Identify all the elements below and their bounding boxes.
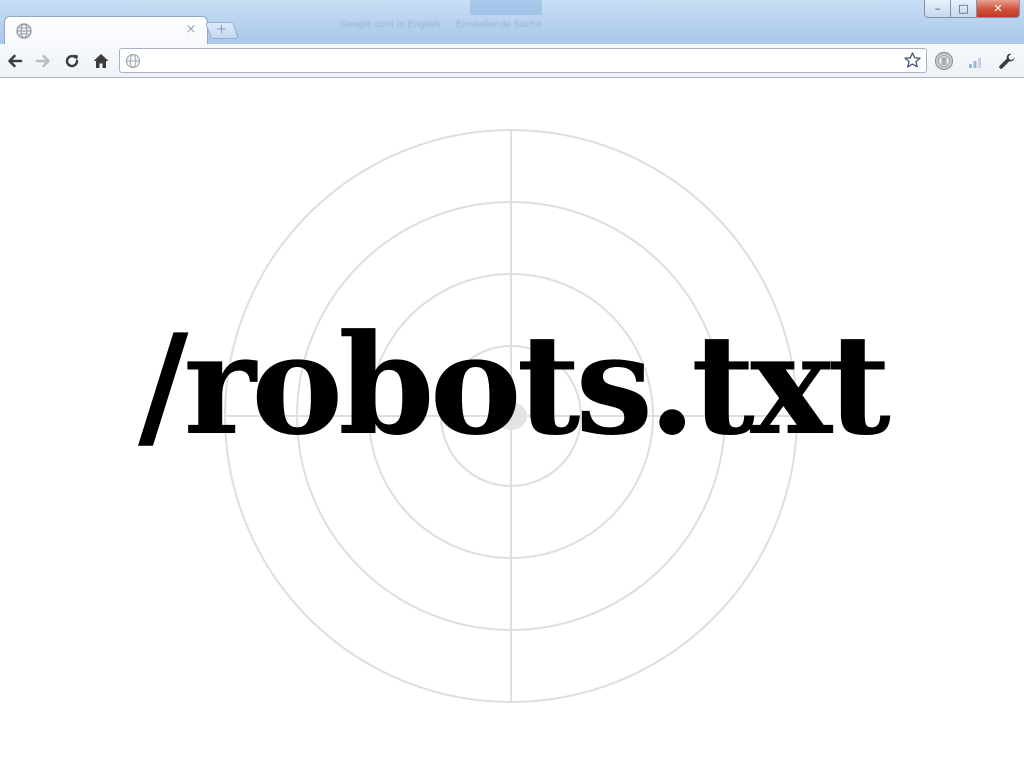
- wrench-icon: [999, 53, 1015, 69]
- new-tab-button[interactable]: +: [204, 22, 240, 39]
- plus-icon: +: [216, 22, 227, 37]
- close-window-button[interactable]: ✕: [977, 0, 1020, 18]
- globe-icon: [125, 53, 141, 69]
- settings-menu-button[interactable]: [996, 50, 1018, 72]
- home-icon: [93, 54, 109, 68]
- reload-icon: [65, 54, 79, 68]
- extension-icon: [934, 51, 954, 71]
- background-blur-text-2: Einstellende Suche: [456, 20, 542, 30]
- home-button[interactable]: [90, 50, 112, 72]
- star-icon[interactable]: [903, 51, 922, 70]
- minimize-icon: –: [934, 2, 941, 15]
- globe-icon: [16, 23, 32, 39]
- extension-button[interactable]: [933, 50, 955, 72]
- signal-bars-icon: [969, 58, 981, 68]
- maximize-icon: □: [958, 2, 969, 15]
- forward-arrow-icon: [35, 54, 50, 68]
- close-icon: ✕: [993, 2, 1003, 15]
- page-content: /robots.txt: [0, 78, 1024, 768]
- navigation-toolbar: [0, 44, 1024, 78]
- background-blur-text-1: Google.com in English: [340, 20, 441, 30]
- background-blur-block: [470, 0, 542, 15]
- signal-extension-button[interactable]: [965, 50, 987, 72]
- active-tab[interactable]: ×: [4, 16, 208, 44]
- window-controls: – □ ✕: [924, 0, 1020, 18]
- reload-button[interactable]: [61, 50, 83, 72]
- back-button[interactable]: [4, 50, 26, 72]
- browser-window: Google.com in English Einstellende Suche…: [0, 0, 1024, 768]
- page-headline: /robots.txt: [138, 303, 891, 466]
- address-bar[interactable]: [119, 48, 927, 73]
- forward-button[interactable]: [32, 50, 54, 72]
- tab-strip: Google.com in English Einstellende Suche…: [0, 0, 1024, 44]
- url-input[interactable]: [148, 51, 888, 70]
- tab-close-icon[interactable]: ×: [184, 23, 198, 37]
- back-arrow-icon: [8, 54, 23, 68]
- minimize-button[interactable]: –: [924, 0, 951, 18]
- maximize-button[interactable]: □: [951, 0, 977, 18]
